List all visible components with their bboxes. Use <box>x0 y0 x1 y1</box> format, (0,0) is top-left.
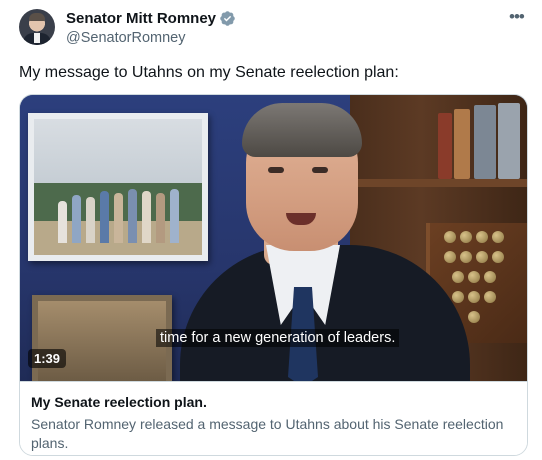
card-description: Senator Romney released a message to Uta… <box>31 416 504 451</box>
card-info[interactable]: My Senate reelection plan. Senator Romne… <box>20 381 527 455</box>
video-caption: time for a new generation of leaders. <box>156 329 400 347</box>
verified-badge-icon <box>220 11 235 26</box>
author-handle[interactable]: @SenatorRomney <box>66 30 186 46</box>
video-duration: 1:39 <box>28 349 67 368</box>
avatar-hair <box>29 13 45 21</box>
more-options-icon[interactable]: ••• <box>509 7 525 27</box>
author-display-name[interactable]: Senator Mitt Romney <box>66 10 216 27</box>
video-player[interactable]: time for a new generation of leaders. 1:… <box>20 95 527 381</box>
card-title: My Senate reelection plan. <box>31 394 207 410</box>
author-name-row: Senator Mitt Romney <box>66 10 236 27</box>
avatar-shirt <box>34 33 40 43</box>
link-card[interactable]: time for a new generation of leaders. 1:… <box>19 94 528 456</box>
post-text: My message to Utahns on my Senate reelec… <box>19 64 399 81</box>
author-avatar[interactable] <box>19 9 55 45</box>
secondary-photo <box>32 295 172 381</box>
